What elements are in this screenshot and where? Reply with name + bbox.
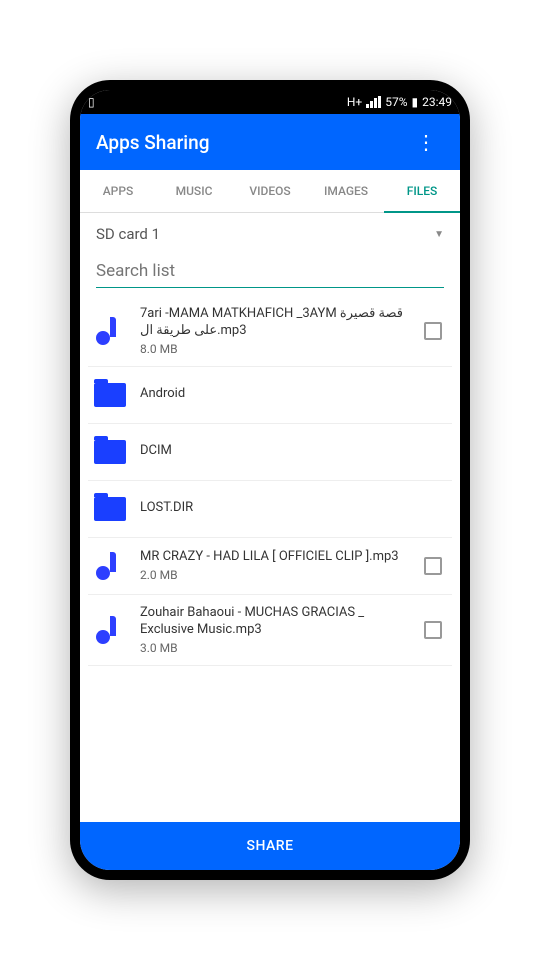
battery-percent: 57% [385, 95, 407, 109]
folder-icon [92, 434, 128, 470]
file-name: DCIM [140, 443, 448, 460]
folder-icon [92, 491, 128, 527]
file-name: 7ari -MAMA MATKHAFICH _3AYM قصة قصيرة عل… [140, 306, 412, 340]
file-checkbox[interactable] [424, 322, 442, 340]
file-info: Android [140, 386, 448, 403]
content-area: SD card 1 ▼ 7ari -MAMA MATKHAFICH _3AYM … [80, 213, 460, 822]
chevron-down-icon: ▼ [434, 229, 444, 240]
device-frame: ▯ H+ 57% ▮ 23:49 Apps Sharing ⋮ APPS MUS… [70, 80, 470, 880]
tab-bar: APPS MUSIC VIDEOS IMAGES FILES [80, 170, 460, 213]
search-field [96, 255, 444, 288]
file-info: Zouhair Bahaoui - MUCHAS GRACIAS _ Exclu… [140, 605, 412, 655]
tab-files[interactable]: FILES [384, 170, 460, 212]
screen: ▯ H+ 57% ▮ 23:49 Apps Sharing ⋮ APPS MUS… [80, 90, 460, 870]
notification-indicator: ▯ [88, 95, 95, 109]
search-input[interactable] [96, 255, 444, 288]
network-type: H+ [347, 95, 362, 109]
file-info: DCIM [140, 443, 448, 460]
file-info: 7ari -MAMA MATKHAFICH _3AYM قصة قصيرة عل… [140, 306, 412, 356]
file-size: 3.0 MB [140, 641, 412, 655]
file-name: Android [140, 386, 448, 403]
tab-apps[interactable]: APPS [80, 170, 156, 212]
music-icon [92, 548, 128, 584]
share-button[interactable]: SHARE [80, 822, 460, 870]
tab-images[interactable]: IMAGES [308, 170, 384, 212]
overflow-menu-icon[interactable]: ⋮ [408, 122, 444, 162]
storage-label: SD card 1 [96, 225, 160, 243]
list-item[interactable]: 7ari -MAMA MATKHAFICH _3AYM قصة قصيرة عل… [88, 296, 452, 367]
tab-videos[interactable]: VIDEOS [232, 170, 308, 212]
music-icon [92, 313, 128, 349]
file-size: 2.0 MB [140, 568, 412, 582]
status-left: ▯ [88, 95, 95, 109]
battery-icon: ▮ [412, 95, 419, 109]
file-info: LOST.DIR [140, 500, 448, 517]
music-icon [92, 612, 128, 648]
app-title: Apps Sharing [96, 131, 210, 154]
list-item[interactable]: LOST.DIR [88, 481, 452, 538]
status-right: H+ 57% ▮ 23:49 [347, 95, 452, 109]
file-name: MR CRAZY - HAD LILA [ OFFICIEL CLIP ].mp… [140, 549, 412, 566]
signal-icon [366, 96, 381, 108]
file-checkbox[interactable] [424, 621, 442, 639]
file-name: Zouhair Bahaoui - MUCHAS GRACIAS _ Exclu… [140, 605, 412, 639]
list-item[interactable]: Android [88, 367, 452, 424]
app-bar: Apps Sharing ⋮ [80, 114, 460, 170]
list-item[interactable]: Zouhair Bahaoui - MUCHAS GRACIAS _ Exclu… [88, 595, 452, 666]
clock: 23:49 [422, 95, 452, 109]
status-bar: ▯ H+ 57% ▮ 23:49 [80, 90, 460, 114]
list-item[interactable]: MR CRAZY - HAD LILA [ OFFICIEL CLIP ].mp… [88, 538, 452, 595]
file-info: MR CRAZY - HAD LILA [ OFFICIEL CLIP ].mp… [140, 549, 412, 582]
folder-icon [92, 377, 128, 413]
file-name: LOST.DIR [140, 500, 448, 517]
tab-music[interactable]: MUSIC [156, 170, 232, 212]
file-list: 7ari -MAMA MATKHAFICH _3AYM قصة قصيرة عل… [88, 296, 452, 666]
file-size: 8.0 MB [140, 342, 412, 356]
storage-selector[interactable]: SD card 1 ▼ [88, 213, 452, 251]
list-item[interactable]: DCIM [88, 424, 452, 481]
file-checkbox[interactable] [424, 557, 442, 575]
